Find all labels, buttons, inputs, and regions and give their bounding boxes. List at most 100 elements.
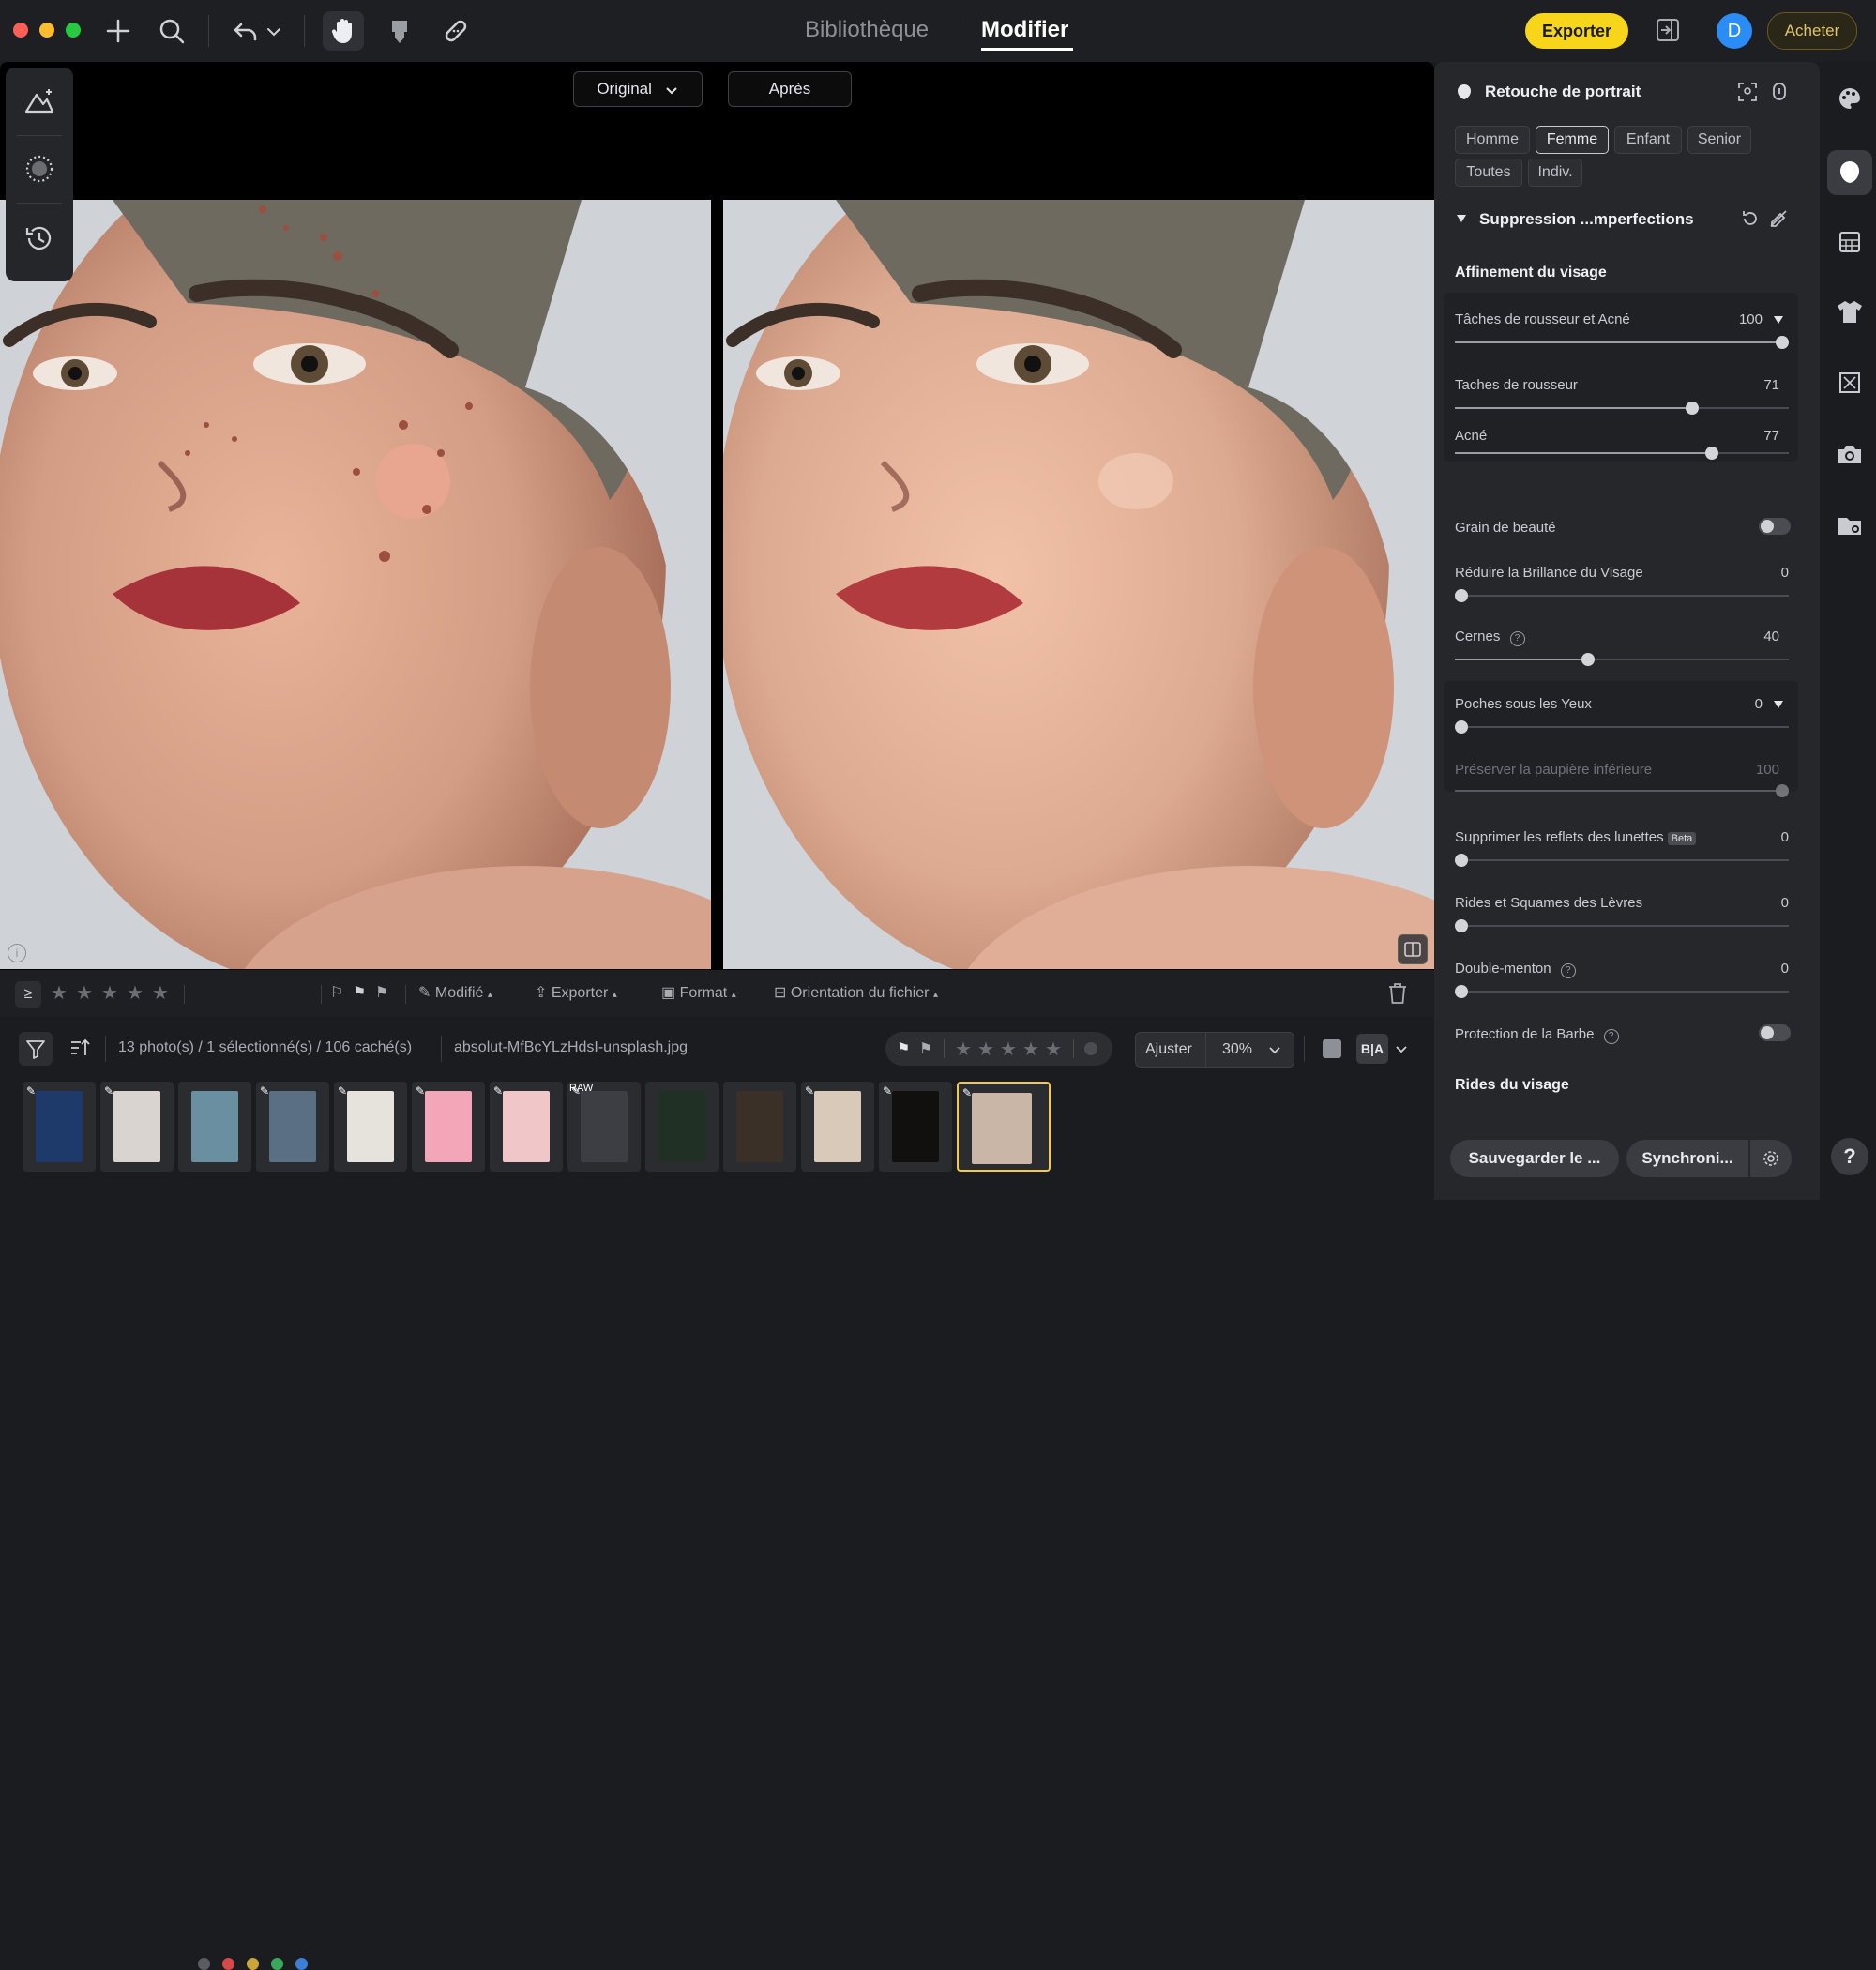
flag-pick-icon[interactable]: ⚑ [897,1039,910,1058]
filmstrip-thumbnail[interactable] [723,1082,796,1172]
rating-filter-operator-icon[interactable]: ≥ [15,981,41,1008]
slider-value-acne[interactable]: 77 [1723,428,1779,444]
filmstrip-thumbnail[interactable]: ✎ [334,1082,407,1172]
face-select-icon[interactable] [1768,81,1791,108]
slider-knob[interactable] [1776,336,1789,349]
flag-reject-icon[interactable]: ⚑ [919,1039,932,1058]
hand-tool-icon[interactable] [323,11,364,51]
filmstrip-thumbnail[interactable]: ✎ [490,1082,563,1172]
filmstrip-thumbnail[interactable]: ✎ [23,1082,96,1172]
star-icon[interactable]: ★ [955,1038,972,1061]
help-icon[interactable]: ? [1603,1029,1619,1044]
view-options-chevron-down-icon[interactable] [1394,1041,1409,1056]
slider-value-dark-circles[interactable]: 40 [1723,629,1779,644]
info-icon[interactable]: i [8,944,26,962]
star-icon[interactable]: ★ [127,981,144,1005]
help-icon[interactable]: ? [1560,963,1576,978]
slider-value-eye-bags[interactable]: 0 [1706,696,1763,712]
undo-history-chevron-down-icon[interactable] [263,19,285,47]
slider-value-shine[interactable]: 0 [1732,565,1789,581]
slider-knob[interactable] [1455,985,1468,998]
star-icon[interactable]: ★ [51,981,68,1005]
slider-track[interactable] [1455,925,1789,927]
color-label-gray[interactable] [198,1958,210,1970]
orientation-filter[interactable]: ⊟ Orientation du fichier ▴ [774,983,938,1002]
slider-knob[interactable] [1455,720,1468,734]
filmstrip-thumbnail[interactable]: ✎ [100,1082,174,1172]
slider-value-glasses[interactable]: 0 [1732,829,1789,845]
clothing-shirt-icon[interactable] [1833,298,1867,332]
reset-icon[interactable] [1740,208,1761,234]
close-window-button[interactable] [13,23,28,38]
toggle-beard[interactable] [1759,1024,1791,1041]
chip-senior[interactable]: Senior [1687,126,1751,154]
zoom-window-button[interactable] [66,23,81,38]
flag-outline-icon[interactable]: ⚐ [330,983,343,1002]
star-icon[interactable]: ★ [1000,1038,1017,1061]
slider-value-freckles[interactable]: 71 [1723,377,1779,393]
chip-femme[interactable]: Femme [1536,126,1609,154]
help-button[interactable]: ? [1831,1138,1868,1175]
flag-reject-icon[interactable]: ⚑ [375,983,388,1002]
color-label-none[interactable] [1084,1042,1097,1055]
history-icon[interactable] [6,205,73,272]
slider-value-freckles-acne[interactable]: 100 [1706,311,1763,327]
format-filter[interactable]: ▣ Format ▴ [661,983,736,1002]
slider-value-lips[interactable]: 0 [1732,895,1789,911]
slider-knob[interactable] [1685,402,1699,415]
filmstrip-thumbnail[interactable]: ✎ [879,1082,952,1172]
add-icon[interactable] [99,17,137,51]
filmstrip-thumbnail[interactable]: ✎ [256,1082,329,1172]
slider-track[interactable] [1455,859,1789,861]
portrait-retouch-tab-icon[interactable] [1827,150,1872,195]
expand-triangle-icon[interactable] [1772,313,1785,331]
expand-triangle-icon[interactable] [1772,698,1785,716]
eraser-disable-icon[interactable] [1768,208,1789,234]
sync-settings-gear-icon[interactable] [1750,1140,1792,1177]
single-view-icon[interactable] [1323,1039,1341,1058]
modified-filter[interactable]: ✎ Modifié ▴ [418,983,492,1002]
zoom-control[interactable]: Ajuster 30% [1135,1032,1294,1068]
export-filter[interactable]: ⇪ Exporter ▴ [535,983,617,1002]
crop-transform-icon[interactable] [1833,370,1867,403]
star-icon[interactable]: ★ [76,981,93,1005]
slider-knob[interactable] [1776,784,1789,797]
slider-knob[interactable] [1455,589,1468,602]
filmstrip-thumbnail[interactable] [178,1082,251,1172]
star-icon[interactable]: ★ [1045,1038,1062,1061]
filmstrip-thumbnail[interactable] [645,1082,719,1172]
color-label-red[interactable] [222,1958,234,1970]
help-icon[interactable]: ? [1509,631,1525,646]
color-label-green[interactable] [271,1958,283,1970]
star-icon[interactable]: ★ [101,981,118,1005]
fit-button[interactable]: Ajuster [1145,1041,1192,1058]
before-after-view-icon[interactable]: B|A [1356,1034,1388,1064]
filmstrip-thumbnail[interactable]: ✎ [412,1082,485,1172]
star-icon[interactable]: ★ [1022,1038,1039,1061]
split-view-toggle-icon[interactable] [1398,934,1428,964]
slider-track[interactable] [1455,991,1789,993]
color-palette-icon[interactable] [1833,84,1867,118]
zoom-level[interactable]: 30% [1222,1041,1252,1058]
star-icon[interactable]: ★ [977,1038,994,1061]
slider-knob[interactable] [1705,447,1719,460]
retouch-brush-icon[interactable] [381,17,418,51]
original-compare-dropdown[interactable]: Original [573,71,703,107]
sync-button[interactable]: Synchroni... [1626,1140,1748,1177]
slider-knob[interactable] [1455,854,1468,867]
chip-toutes[interactable]: Toutes [1455,159,1522,187]
filter-funnel-icon[interactable] [19,1032,53,1066]
tab-modify[interactable]: Modifier [981,17,1068,43]
sort-icon[interactable] [68,1036,92,1065]
color-label-yellow[interactable] [247,1958,259,1970]
collapse-triangle-icon[interactable] [1455,212,1468,230]
chip-enfant[interactable]: Enfant [1614,126,1682,154]
toggle-beauty-mark[interactable] [1759,518,1791,535]
selection-mask-icon[interactable] [6,135,73,203]
chip-indiv[interactable]: Indiv. [1528,159,1582,187]
chip-homme[interactable]: Homme [1455,126,1530,154]
bandage-heal-icon[interactable] [437,17,475,51]
folder-settings-icon[interactable] [1833,512,1867,546]
save-preset-button[interactable]: Sauvegarder le ... [1450,1140,1619,1177]
search-icon[interactable] [153,17,190,51]
